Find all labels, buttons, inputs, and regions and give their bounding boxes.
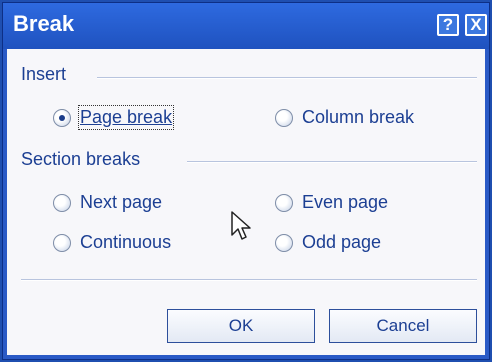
close-button[interactable]: X — [465, 14, 487, 36]
dialog-body: Insert Page break Column break Section b… — [7, 49, 485, 355]
ok-button[interactable]: OK — [167, 309, 315, 343]
break-dialog: Break ? X Insert Page break Column break… — [2, 2, 490, 360]
insert-group-label: Insert — [21, 64, 77, 85]
cancel-button[interactable]: Cancel — [329, 309, 477, 343]
radio-label: Even page — [302, 192, 389, 212]
radio-label: Next page — [80, 192, 163, 212]
help-button[interactable]: ? — [437, 14, 459, 36]
section-breaks-group-label: Section breaks — [21, 149, 151, 170]
title-bar[interactable]: Break ? X — [3, 3, 489, 49]
radio-button-icon[interactable] — [275, 108, 293, 127]
radio-button-icon[interactable] — [53, 108, 71, 127]
radio-even-page[interactable]: Even page — [275, 192, 388, 213]
radio-column-break[interactable]: Column break — [275, 107, 414, 128]
section-breaks-divider — [187, 161, 477, 163]
dialog-title: Break — [13, 11, 75, 36]
radio-continuous[interactable]: Continuous — [53, 232, 171, 253]
radio-button-icon[interactable] — [53, 233, 71, 252]
radio-next-page[interactable]: Next page — [53, 192, 162, 213]
button-divider — [21, 279, 477, 281]
radio-button-icon[interactable] — [53, 193, 71, 212]
radio-label: Continuous — [80, 232, 172, 252]
insert-divider — [97, 77, 477, 79]
radio-label: Column break — [302, 107, 415, 127]
radio-button-icon[interactable] — [275, 233, 293, 252]
radio-label: Page break — [77, 105, 175, 130]
radio-page-break[interactable]: Page break — [53, 105, 175, 130]
mouse-pointer-icon — [231, 211, 251, 240]
radio-label: Odd page — [302, 232, 382, 252]
radio-button-icon[interactable] — [275, 193, 293, 212]
radio-odd-page[interactable]: Odd page — [275, 232, 381, 253]
